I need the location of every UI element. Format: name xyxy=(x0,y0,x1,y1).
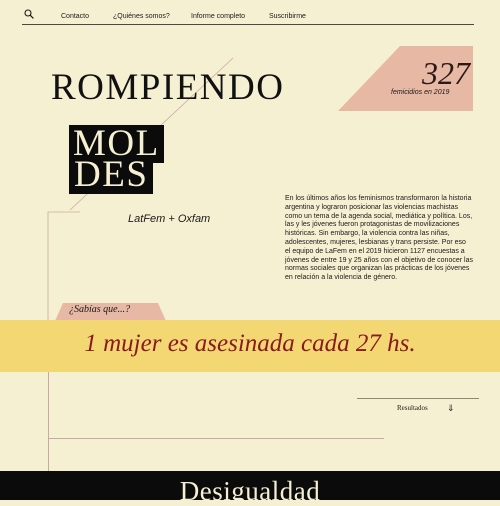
sabias-label: ¿Sabías que...? xyxy=(69,304,131,315)
nav-link-informe-completo[interactable]: Informe completo xyxy=(191,13,245,20)
nav-link-suscribirme[interactable]: Suscribirme xyxy=(269,13,306,20)
stat-number: 327 xyxy=(422,55,470,91)
stat-caption: femicidios en 2019 xyxy=(391,89,450,96)
guide-line-vertical xyxy=(48,372,49,472)
headline-line-1: ROMPIENDO xyxy=(51,67,285,108)
fact-text: 1 mujer es asesinada cada 27 hs. xyxy=(84,330,416,357)
intro-paragraph: En los últimos años los feminismos trans… xyxy=(285,195,473,282)
section-title: Desigualdad xyxy=(179,476,321,506)
search-icon[interactable] xyxy=(24,9,34,19)
top-nav: Contacto ¿Quiénes somos? Informe complet… xyxy=(0,0,500,26)
results-link[interactable]: Resultados xyxy=(397,404,428,412)
byline: LatFem + Oxfam xyxy=(128,213,211,225)
nav-link-contacto[interactable]: Contacto xyxy=(61,13,89,20)
guide-line-horizontal xyxy=(48,438,384,439)
headline-line-3: DES xyxy=(69,156,154,194)
arrow-down-icon[interactable]: ⇓ xyxy=(447,403,455,414)
results-divider xyxy=(357,398,479,399)
nav-divider xyxy=(22,24,474,25)
nav-link-quienes-somos[interactable]: ¿Quiénes somos? xyxy=(113,13,170,20)
